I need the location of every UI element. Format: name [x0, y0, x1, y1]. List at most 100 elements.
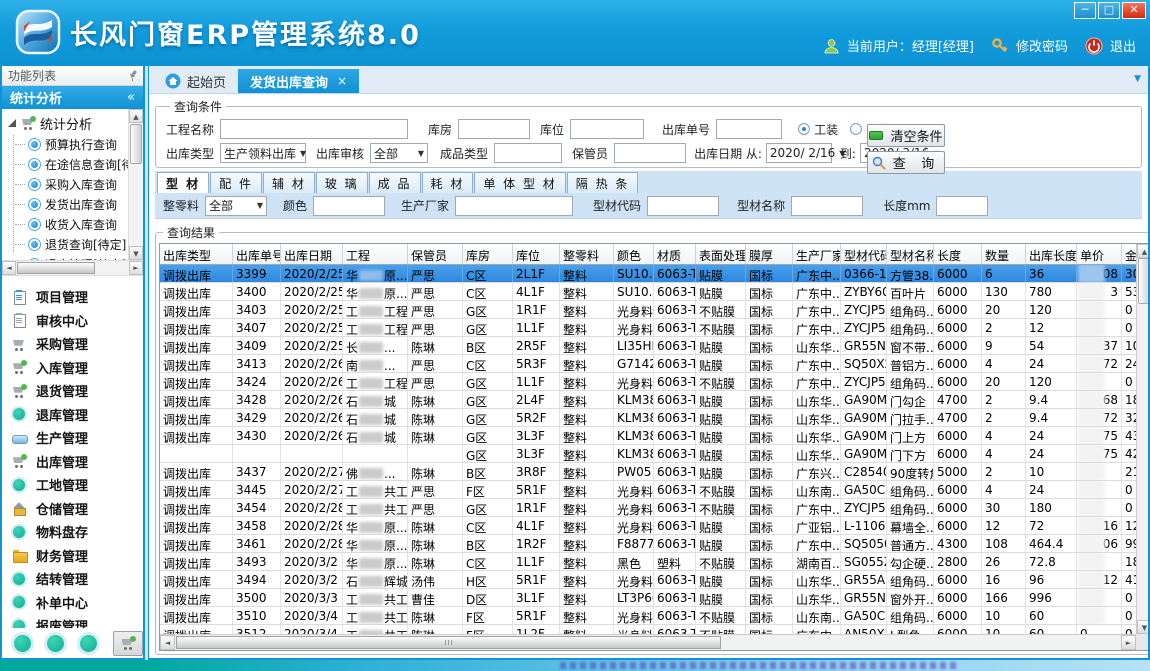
- table-row[interactable]: 调拨出库34072020/2/25工工程严思G区1L1F整料光身料6063-T5…: [160, 319, 1136, 337]
- column-header-9[interactable]: 材质: [654, 244, 696, 264]
- sidebar-item-4[interactable]: 入库管理: [12, 356, 143, 380]
- table-row[interactable]: 调拨出库33992020/2/25华原...严思C区2L1F整料SU10...6…: [160, 265, 1136, 283]
- project-name-input[interactable]: [220, 119, 408, 139]
- table-row[interactable]: 调拨出库34282020/2/26石城陈琳G区2L4F整料KLM38176063…: [160, 391, 1136, 409]
- radio-gongzhuang[interactable]: 工装: [798, 121, 838, 138]
- footer-cart-button[interactable]: [113, 631, 143, 656]
- profile-code-input[interactable]: [647, 196, 719, 216]
- material-tab-0[interactable]: 型 材: [157, 172, 209, 193]
- column-header-3[interactable]: 工程: [343, 244, 408, 264]
- tree-item-3[interactable]: 发货出库查询: [8, 194, 128, 214]
- material-tab-5[interactable]: 耗 材: [422, 172, 474, 193]
- scrollbar-thumb[interactable]: [1138, 258, 1148, 304]
- table-row[interactable]: 调拨出库35122020/3/4工共工程陈琳F区1L2F整料光身料6063-T5…: [160, 625, 1136, 634]
- table-row[interactable]: 调拨出库34612020/2/28华原...陈琳B区1R2F整料F8877FT6…: [160, 535, 1136, 553]
- column-header-13[interactable]: 型材代码: [841, 244, 887, 264]
- table-row[interactable]: 调拨出库34132020/2/26南...严思C区5R3F整料G71422606…: [160, 355, 1136, 373]
- table-row[interactable]: 调拨出库34032020/2/25工工程严思G区1R1F整料光身料6063-T5…: [160, 301, 1136, 319]
- column-header-7[interactable]: 整零料: [560, 244, 614, 264]
- column-header-18[interactable]: 单价: [1077, 244, 1122, 264]
- tree-root[interactable]: 统计分析: [8, 112, 128, 134]
- table-row[interactable]: 调拨出库34242020/2/26工工程严思G区1L1F整料光身料6063-T5…: [160, 373, 1136, 391]
- scrollbar-thumb[interactable]: [176, 636, 721, 649]
- date-from-select[interactable]: 2020/ 2/16▼: [766, 143, 832, 163]
- sidebar-item-12[interactable]: 财务管理: [12, 544, 143, 568]
- scroll-right-icon[interactable]: ►: [1121, 635, 1136, 650]
- sidebar-item-9[interactable]: 工地管理: [12, 473, 143, 497]
- scroll-down-icon[interactable]: ▼: [129, 246, 143, 260]
- sidebar-item-14[interactable]: 补单中心: [12, 591, 143, 615]
- table-row[interactable]: 调拨出库34372020/2/27佛...陈琳B区3R8F整料PW056063-…: [160, 463, 1136, 481]
- table-row[interactable]: 调拨出库34942020/3/2石辉城汤伟H区5R1F整料光身料6063-T5贴…: [160, 571, 1136, 589]
- order-no-input[interactable]: [716, 119, 782, 139]
- table-row[interactable]: 调拨出库34092020/2/25长...陈琳B区2R5F整料LI35HD606…: [160, 337, 1136, 355]
- table-row[interactable]: 调拨出库34542020/2/28工共工程严思G区1R1F整料光身料6063-T…: [160, 499, 1136, 517]
- change-password-link[interactable]: 修改密码: [1016, 36, 1068, 55]
- clear-conditions-button[interactable]: 清空条件: [867, 124, 945, 147]
- column-header-16[interactable]: 数量: [982, 244, 1026, 264]
- footer-shortcut-1-icon[interactable]: [14, 635, 31, 652]
- sidebar-item-10[interactable]: 仓储管理: [12, 497, 143, 521]
- sidebar-item-8[interactable]: 出库管理: [12, 450, 143, 474]
- column-header-5[interactable]: 库房: [463, 244, 513, 264]
- column-header-4[interactable]: 保管员: [408, 244, 463, 264]
- column-header-15[interactable]: 长度: [934, 244, 982, 264]
- column-header-10[interactable]: 表面处理: [696, 244, 746, 264]
- table-row[interactable]: 调拨出库34932020/3/2华原...陈琳C区1L1F整料黑色塑料不贴膜国标…: [160, 553, 1136, 571]
- table-row[interactable]: 调拨出库34582020/2/28华原...陈琳C区4L1F整料光身料6063-…: [160, 517, 1136, 535]
- color-input[interactable]: [313, 196, 385, 216]
- sidebar-item-2[interactable]: 审核中心: [12, 309, 143, 333]
- manufacturer-input[interactable]: [455, 196, 573, 216]
- scroll-right-icon[interactable]: ►: [129, 261, 143, 275]
- profile-name-input[interactable]: [791, 196, 863, 216]
- whole-part-select[interactable]: 全部▼: [205, 196, 267, 216]
- tab-shipment-query[interactable]: 发货出库查询 ×: [238, 69, 359, 93]
- scroll-up-icon[interactable]: ▲: [1137, 244, 1148, 258]
- table-row[interactable]: 调拨出库34292020/2/26石城陈琳G区5R2F整料KLM38176063…: [160, 409, 1136, 427]
- minimize-button[interactable]: ─: [1074, 2, 1096, 19]
- maximize-button[interactable]: □: [1098, 2, 1120, 19]
- table-row[interactable]: 调拨出库34452020/2/27工共工程严思F区5R1F整料光身料6063-T…: [160, 481, 1136, 499]
- scroll-left-icon[interactable]: ◄: [160, 635, 175, 650]
- column-header-6[interactable]: 库位: [513, 244, 560, 264]
- outbound-type-select[interactable]: 生产领料出库▼: [220, 143, 306, 163]
- tree-horizontal-scrollbar[interactable]: ◄ ►: [2, 261, 143, 276]
- tree-item-1[interactable]: 在途信息查询[待定]: [8, 154, 128, 174]
- audit-select[interactable]: 全部▼: [370, 143, 428, 163]
- table-row[interactable]: 调拨出库35102020/3/4工共工程陈琳F区5R1F整料光身料6063-T5…: [160, 607, 1136, 625]
- table-row[interactable]: 调拨出库34302020/2/26石城陈琳G区3L3F整料KLM38176063…: [160, 427, 1136, 445]
- material-tab-6[interactable]: 单 体 型 材: [474, 172, 565, 193]
- sidebar-item-3[interactable]: 采购管理: [12, 332, 143, 356]
- material-tab-7[interactable]: 隔 热 条: [567, 172, 639, 193]
- scrollbar-thumb[interactable]: [130, 124, 142, 164]
- column-header-12[interactable]: 生产厂家: [793, 244, 841, 264]
- sidebar-item-5[interactable]: 退货管理: [12, 379, 143, 403]
- tab-close-icon[interactable]: ×: [337, 74, 347, 88]
- warehouse-input[interactable]: [458, 119, 530, 139]
- scroll-left-icon[interactable]: ◄: [2, 261, 16, 275]
- material-tab-1[interactable]: 配 件: [210, 172, 262, 193]
- collapse-icon[interactable]: «: [127, 90, 135, 105]
- material-tab-2[interactable]: 辅 材: [263, 172, 315, 193]
- column-header-17[interactable]: 出库长度: [1026, 244, 1077, 264]
- material-tab-4[interactable]: 成 品: [369, 172, 421, 193]
- sidebar-item-13[interactable]: 结转管理: [12, 567, 143, 591]
- tree-item-5[interactable]: 退货查询[待定]: [8, 234, 128, 254]
- material-tab-3[interactable]: 玻 璃: [316, 172, 368, 193]
- sidebar-section-header[interactable]: 统计分析 «: [2, 86, 143, 109]
- column-header-1[interactable]: 出库单号: [233, 244, 281, 264]
- scroll-down-icon[interactable]: ▼: [1137, 620, 1148, 634]
- length-input[interactable]: [936, 196, 988, 216]
- sidebar-item-7[interactable]: 生产管理: [12, 426, 143, 450]
- scrollbar-thumb[interactable]: [17, 262, 95, 274]
- location-input[interactable]: [570, 119, 644, 139]
- sidebar-item-15[interactable]: 报废管理: [12, 614, 143, 628]
- tab-home[interactable]: 起始页: [153, 69, 238, 93]
- tree-item-0[interactable]: 预算执行查询: [8, 134, 128, 154]
- table-row[interactable]: G区3L3F整料KLM38176063-T5贴膜国标山东华...GA90M09.…: [160, 445, 1136, 463]
- column-header-11[interactable]: 膜厚: [746, 244, 793, 264]
- footer-shortcut-2-icon[interactable]: [47, 635, 64, 652]
- footer-shortcut-3-icon[interactable]: [80, 635, 97, 652]
- column-header-2[interactable]: 出库日期: [281, 244, 343, 264]
- column-header-14[interactable]: 型材名称: [887, 244, 934, 264]
